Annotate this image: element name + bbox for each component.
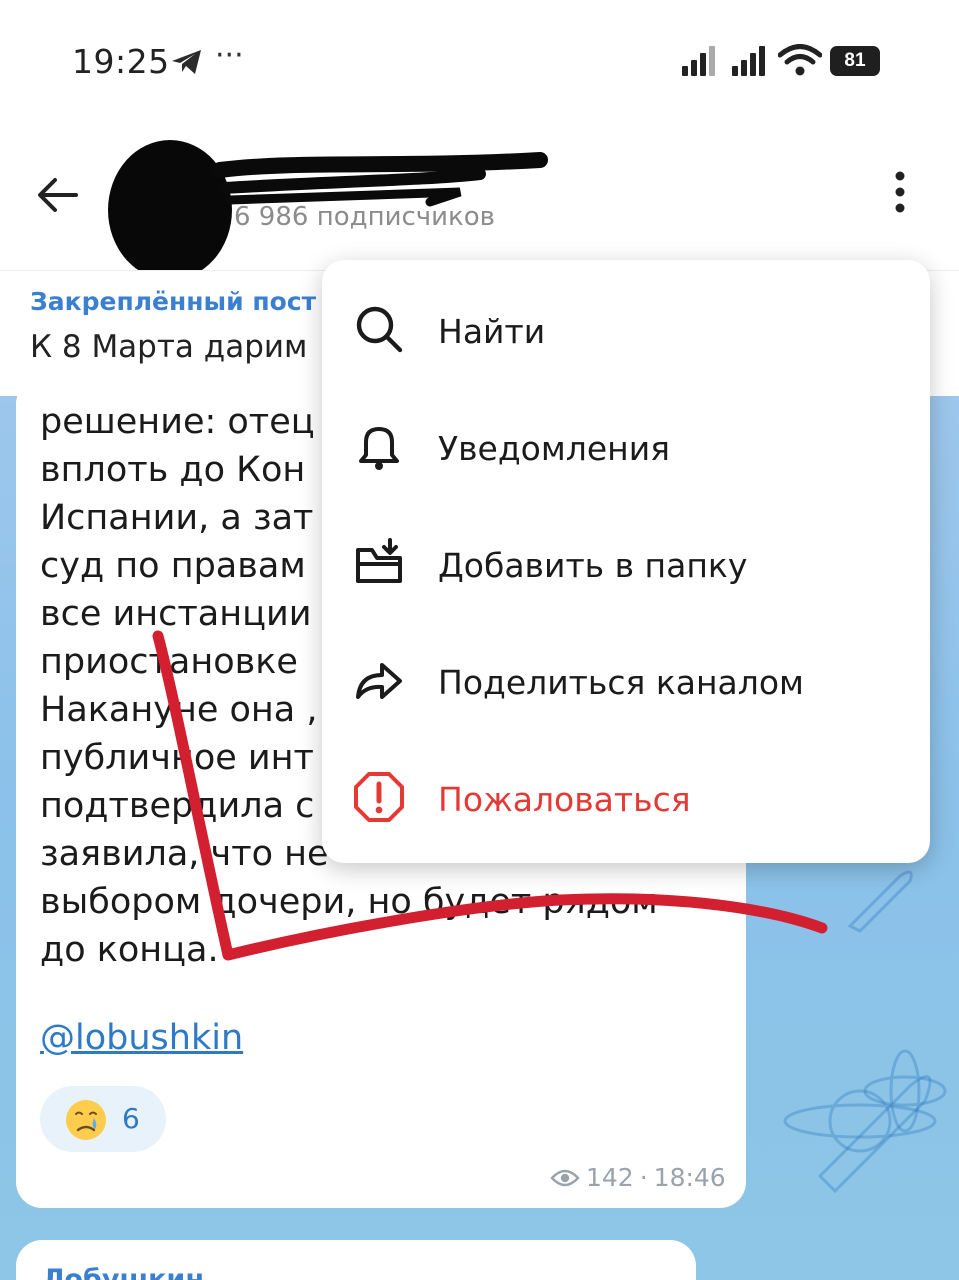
- message-meta: 142 · 18:46: [550, 1163, 726, 1192]
- subscriber-count: 6 986 подписчиков: [234, 202, 495, 232]
- pinned-title: Закреплённый пост: [30, 287, 317, 316]
- menu-item-report[interactable]: Пожаловаться: [322, 736, 930, 853]
- signal-icon: [682, 46, 715, 76]
- reaction-count: 6: [122, 1102, 140, 1135]
- folder-add-icon: [356, 538, 402, 583]
- channel-header: 6 986 подписчиков: [0, 120, 959, 280]
- meta-separator: ·: [639, 1163, 648, 1192]
- status-time: 19:25: [72, 42, 170, 81]
- menu-label: Поделиться каналом: [438, 663, 804, 702]
- menu-label: Найти: [438, 312, 546, 351]
- menu-item-notifications[interactable]: Уведомления: [322, 385, 930, 502]
- menu-item-search[interactable]: Найти: [322, 268, 930, 385]
- kebab-menu-icon[interactable]: [880, 170, 920, 214]
- doodle-planet-icon: [783, 1089, 937, 1153]
- menu-label: Уведомления: [438, 429, 671, 468]
- crying-face-icon: [66, 1100, 106, 1140]
- message-time: 18:46: [653, 1163, 726, 1192]
- reaction-chip[interactable]: 6: [40, 1086, 166, 1152]
- views-eye-icon: [550, 1169, 580, 1186]
- views-count: 142: [586, 1163, 634, 1192]
- mention-link[interactable]: @lobushkin: [40, 1018, 243, 1058]
- pinned-text: К 8 Марта дарим: [30, 329, 308, 365]
- menu-label: Пожаловаться: [438, 780, 691, 819]
- message-line: до конца.: [40, 930, 219, 970]
- wifi-icon: [778, 44, 822, 76]
- telegram-icon: [172, 50, 201, 74]
- battery-icon: 81: [830, 46, 880, 76]
- more-notifications-dots: ···: [215, 38, 244, 73]
- signal-icon: [732, 46, 765, 76]
- bell-icon: [359, 427, 399, 470]
- menu-item-add-to-folder[interactable]: Добавить в папку: [322, 502, 930, 619]
- channel-options-menu: Найти Уведомления Добавить в папку Подел…: [322, 260, 930, 863]
- report-icon: [354, 772, 404, 822]
- back-arrow-icon[interactable]: [36, 175, 80, 215]
- status-bar: 19:25 ··· 81: [0, 0, 959, 120]
- menu-item-share-channel[interactable]: Поделиться каналом: [322, 619, 930, 736]
- menu-label: Добавить в папку: [438, 546, 748, 585]
- search-icon: [356, 306, 403, 353]
- next-message-author: Лобушкин: [42, 1264, 204, 1280]
- share-icon: [356, 663, 402, 699]
- message-line: выбором дочери, но будет рядом: [40, 882, 658, 922]
